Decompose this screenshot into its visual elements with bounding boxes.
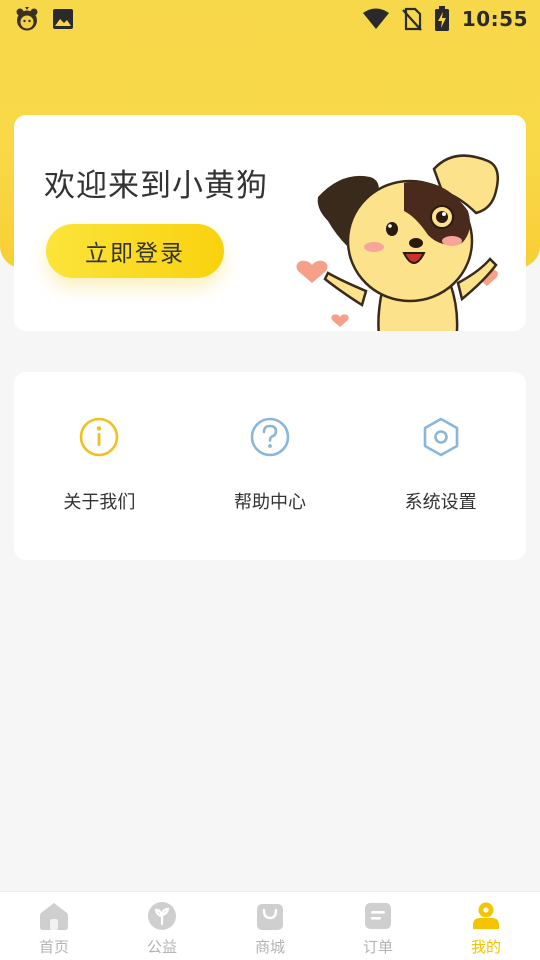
menu-item-about-us[interactable]: 关于我们 <box>24 416 174 560</box>
status-bar-left <box>14 6 74 32</box>
nav-label-mall: 商城 <box>254 938 285 956</box>
menu-item-help-center[interactable]: 帮助中心 <box>195 416 345 560</box>
welcome-card: 欢迎来到小黄狗 立即登录 <box>14 115 526 331</box>
puppy-icon <box>296 154 499 331</box>
nav-label-home: 首页 <box>38 938 69 956</box>
wifi-icon <box>362 8 389 29</box>
menu-label-system-settings: 系统设置 <box>404 492 477 513</box>
home-icon <box>40 903 68 930</box>
menu-item-system-settings[interactable]: 系统设置 <box>366 416 516 560</box>
order-list-icon <box>365 903 391 929</box>
nav-label-orders: 订单 <box>362 938 393 956</box>
profile-icon <box>473 902 499 929</box>
menu-label-about-us: 关于我们 <box>63 492 136 513</box>
menu-card: 关于我们 帮助中心 系统设置 <box>14 372 526 560</box>
login-button[interactable]: 立即登录 <box>46 224 224 278</box>
screen: 10:55 欢迎来到小黄狗 立即登录 关于我们 帮助中心 系统设置 首页 公益 … <box>0 0 540 960</box>
nav-label-mine: 我的 <box>470 938 501 956</box>
charity-leaf-icon <box>148 902 176 930</box>
menu-label-help-center: 帮助中心 <box>233 492 306 513</box>
nav-item-orders[interactable]: 订单 <box>324 892 432 960</box>
status-bar: 10:55 <box>0 0 540 38</box>
settings-hex-icon <box>423 417 458 457</box>
nav-item-mall[interactable]: 商城 <box>216 892 324 960</box>
nav-item-charity[interactable]: 公益 <box>108 892 216 960</box>
nav-item-home[interactable]: 首页 <box>0 892 108 960</box>
status-time: 10:55 <box>461 7 528 31</box>
question-icon <box>250 417 290 457</box>
info-icon <box>80 417 119 457</box>
image-icon <box>53 9 73 29</box>
shopping-bag-icon <box>257 904 283 930</box>
battery-charging-icon <box>434 6 449 31</box>
bottom-navigation: 首页 公益 商城 订单 我的 <box>0 891 540 960</box>
nav-label-charity: 公益 <box>146 938 177 956</box>
nav-item-mine[interactable]: 我的 <box>432 892 540 960</box>
status-bar-right: 10:55 <box>362 6 528 32</box>
welcome-title: 欢迎来到小黄狗 <box>44 168 268 204</box>
no-sim-icon <box>402 7 422 31</box>
bear-app-icon <box>16 7 38 31</box>
